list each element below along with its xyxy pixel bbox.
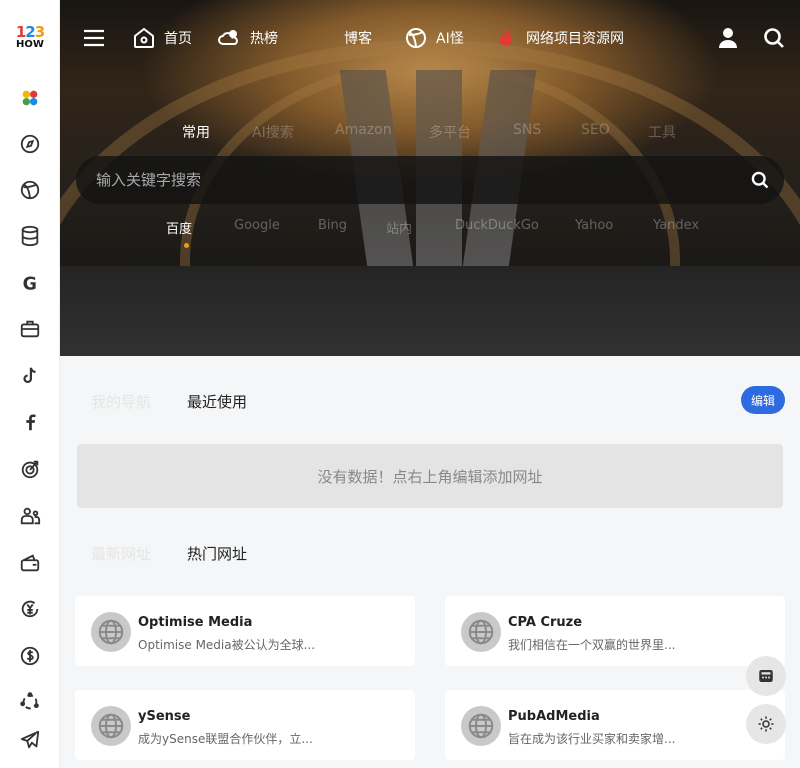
engine-tab[interactable]: Yandex	[653, 218, 699, 233]
globe-icon	[91, 612, 131, 652]
tiktok-icon[interactable]	[0, 361, 60, 391]
target-icon[interactable]	[0, 454, 60, 484]
database-icon[interactable]	[0, 221, 60, 251]
nav-blog-label: 博客	[344, 31, 372, 47]
user-icon[interactable]	[716, 26, 740, 50]
search-icon[interactable]	[762, 26, 786, 50]
search-category-tab[interactable]: 常用	[182, 122, 210, 142]
ball-icon	[406, 28, 426, 48]
apps-icon[interactable]	[0, 83, 60, 113]
orbit-icon[interactable]	[0, 687, 60, 717]
engine-tab[interactable]: Google	[234, 218, 280, 233]
search-submit-icon[interactable]	[750, 170, 770, 190]
google-icon[interactable]: G	[0, 268, 60, 298]
site-card[interactable]: ySense 成为ySense联盟合作伙伴，立...	[75, 690, 415, 760]
nav-resource-label: 网络项目资源网	[526, 31, 624, 47]
wallet-icon[interactable]	[0, 548, 60, 578]
nav-ai-label: AI怪	[436, 31, 464, 47]
empty-state: 没有数据！点右上角编辑添加网址	[77, 444, 783, 508]
fire-icon	[500, 28, 512, 46]
nav-resource[interactable]: 网络项目资源网	[494, 24, 624, 52]
search-categories: 常用 AI搜索 Amazon 多平台 SNS SEO 工具	[0, 122, 800, 144]
engine-tab[interactable]: 站内	[386, 218, 412, 237]
tab-recent[interactable]: 最近使用	[187, 391, 247, 412]
left-sidebar: 123 HOW G	[0, 0, 60, 768]
site-logo[interactable]: 123 HOW	[0, 0, 60, 74]
search-category-tab[interactable]: Amazon	[335, 122, 392, 138]
calculator-icon	[759, 670, 773, 682]
globe-icon	[461, 706, 501, 746]
engine-tab[interactable]: 百度	[166, 218, 192, 237]
yen-icon[interactable]	[0, 594, 60, 624]
search-category-tab[interactable]: 多平台	[429, 122, 471, 142]
nav-blog[interactable]: 博客	[344, 24, 372, 52]
search-category-tab[interactable]: AI搜索	[252, 122, 294, 142]
site-card-title: PubAdMedia	[508, 709, 600, 724]
tab-hot-sites[interactable]: 热门网址	[187, 543, 247, 564]
site-card-desc: 我们相信在一个双赢的世界里...	[508, 638, 676, 652]
globe-icon	[91, 706, 131, 746]
users-icon[interactable]	[0, 501, 60, 531]
home-icon	[134, 27, 154, 48]
dollar-icon[interactable]	[0, 641, 60, 671]
briefcase-icon[interactable]	[0, 314, 60, 344]
search-category-tab[interactable]: SNS	[513, 122, 541, 138]
theme-toggle-button[interactable]	[746, 704, 786, 744]
site-card[interactable]: PubAdMedia 旨在成为该行业买家和卖家增...	[445, 690, 785, 760]
nav-hot-label: 热榜	[250, 31, 278, 47]
nav-home-label: 首页	[164, 31, 192, 47]
calculator-button[interactable]	[746, 656, 786, 696]
site-card-desc: Optimise Media被公认为全球...	[138, 638, 316, 652]
svg-text:G: G	[23, 274, 37, 294]
search-category-tab[interactable]: 工具	[648, 122, 676, 142]
search-category-tab[interactable]: SEO	[581, 122, 610, 138]
engine-tab[interactable]: Bing	[318, 218, 347, 233]
sun-icon	[758, 716, 774, 732]
site-card-desc: 成为ySense联盟合作伙伴，立...	[138, 732, 313, 746]
nav-ai[interactable]: AI怪	[404, 24, 464, 52]
facebook-icon[interactable]	[0, 407, 60, 437]
site-card[interactable]: CPA Cruze 我们相信在一个双赢的世界里...	[445, 596, 785, 666]
search-bar	[76, 156, 784, 204]
menu-icon[interactable]	[82, 26, 106, 50]
nav-hot[interactable]: 热榜	[218, 24, 278, 52]
active-engine-indicator	[184, 243, 189, 248]
top-navigation: 首页 热榜 博客 AI怪 网络项目资源网	[60, 0, 800, 74]
globe-icon	[461, 612, 501, 652]
engine-tab[interactable]: Yahoo	[575, 218, 613, 233]
site-card-title: ySense	[138, 709, 191, 724]
site-card[interactable]: Optimise Media Optimise Media被公认为全球...	[75, 596, 415, 666]
tab-my-nav[interactable]: 我的导航	[91, 391, 151, 412]
cloud-sun-icon	[218, 30, 238, 45]
site-card-title: CPA Cruze	[508, 615, 583, 630]
site-card-title: Optimise Media	[138, 615, 253, 630]
nav-home[interactable]: 首页	[132, 24, 192, 52]
send-icon[interactable]	[0, 725, 60, 755]
tab-latest-sites[interactable]: 最新网址	[91, 543, 151, 564]
search-input[interactable]	[96, 168, 736, 192]
engine-tab[interactable]: DuckDuckGo	[455, 218, 539, 233]
ball-icon[interactable]	[0, 175, 60, 205]
site-card-desc: 旨在成为该行业买家和卖家增...	[508, 732, 676, 746]
edit-button[interactable]: 编辑	[741, 386, 785, 414]
